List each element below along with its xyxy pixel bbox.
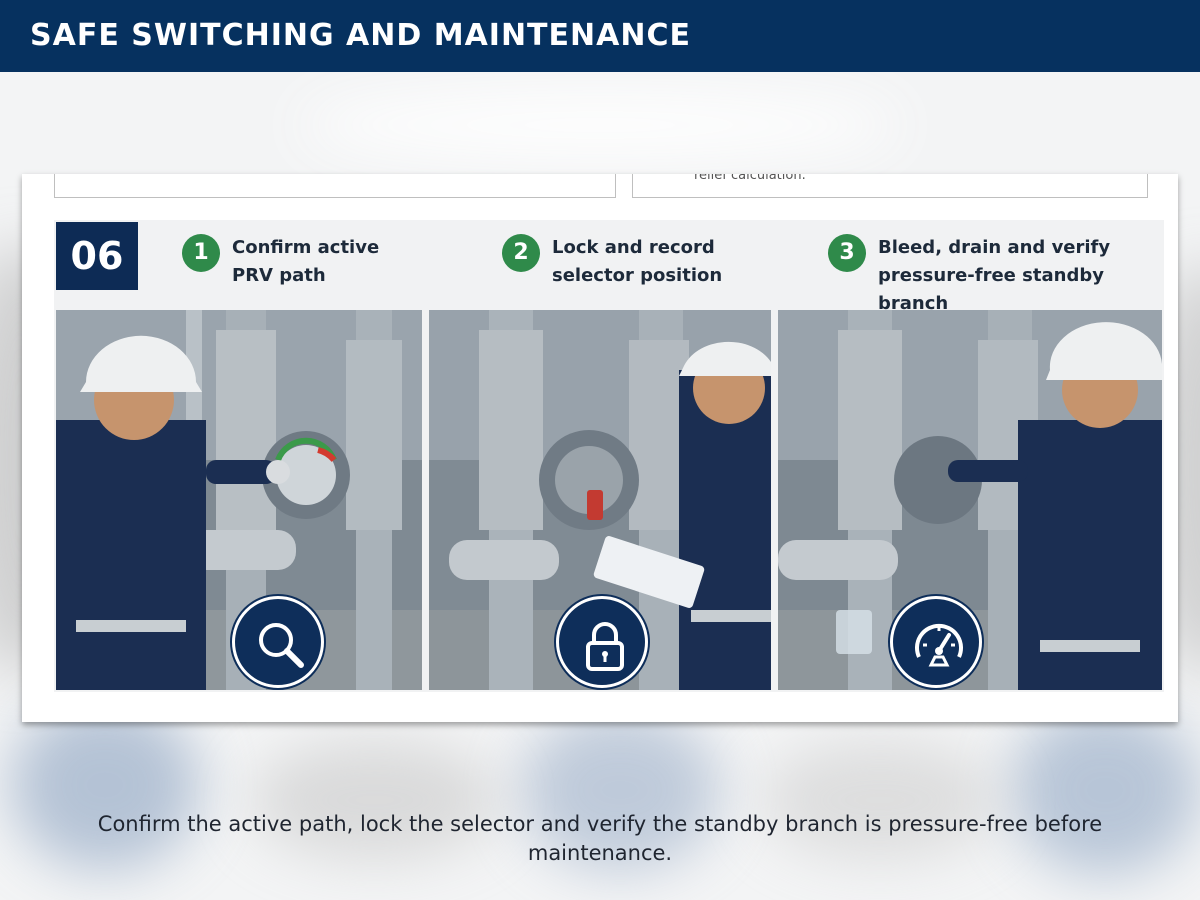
step-3-photo xyxy=(778,310,1162,690)
step-1-number: 1 xyxy=(182,234,220,272)
pressure-gauge-icon xyxy=(890,596,982,688)
step-2-number: 2 xyxy=(502,234,540,272)
padlock-icon xyxy=(556,596,648,688)
cropped-text: relief calculation. xyxy=(694,174,806,183)
slide-image-card: relief calculation. 06 1 Confirm active … xyxy=(22,174,1178,722)
step-3: 3 Bleed, drain and verify pressure-free … xyxy=(828,234,1164,318)
step-badge: 06 xyxy=(56,222,138,290)
slide-caption: Confirm the active path, lock the select… xyxy=(97,812,1103,865)
step-2: 2 Lock and record selector position xyxy=(502,234,722,290)
header-bar: SAFE SWITCHING AND MAINTENANCE xyxy=(0,0,1200,72)
step-2-title: Lock and record selector position xyxy=(552,237,723,286)
step-2-photo xyxy=(429,310,771,690)
step-3-number: 3 xyxy=(828,234,866,272)
cropped-previous-section: relief calculation. xyxy=(54,174,1148,200)
magnifier-icon xyxy=(232,596,324,688)
step-1: 1 Confirm active PRV path xyxy=(182,234,379,290)
step-1-title: Confirm active PRV path xyxy=(232,237,380,286)
step-3-title: Bleed, drain and verify pressure-free st… xyxy=(878,237,1111,314)
steps-panel: 06 1 Confirm active PRV path 2 Lock and … xyxy=(54,220,1164,692)
page-title: SAFE SWITCHING AND MAINTENANCE xyxy=(30,18,691,53)
step-1-photo xyxy=(56,310,422,690)
